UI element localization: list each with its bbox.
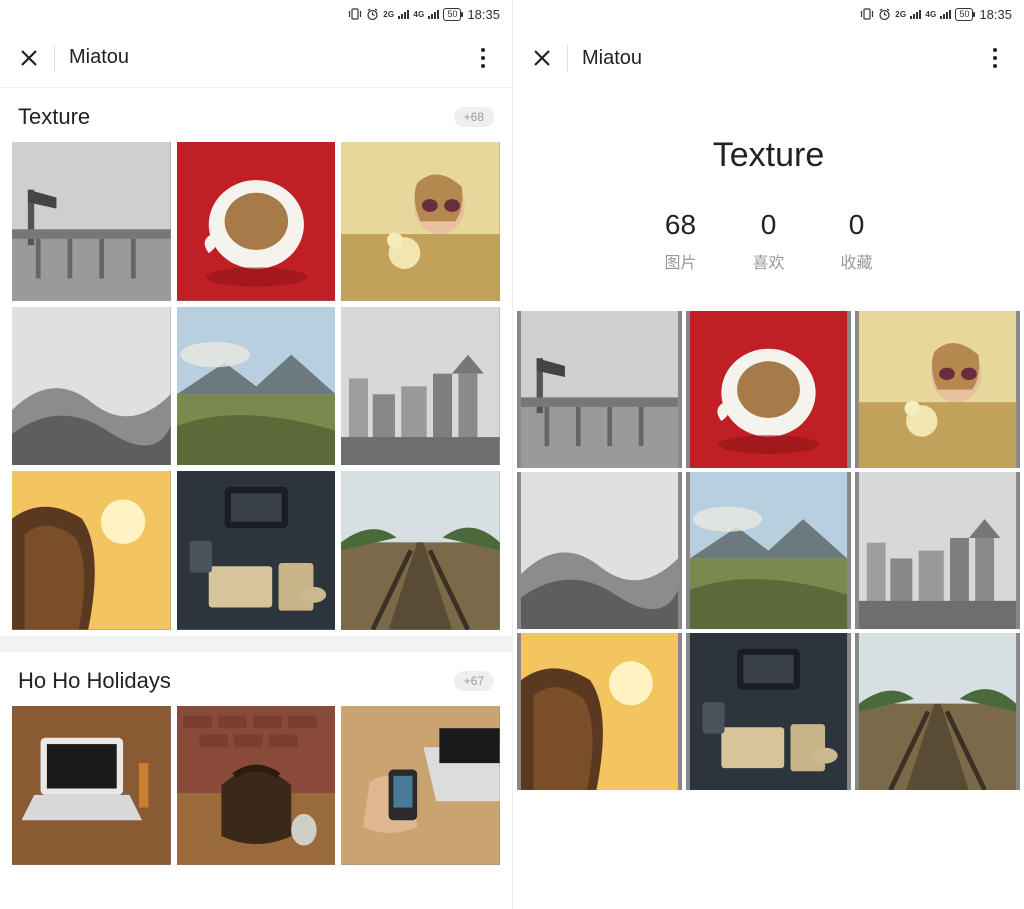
section-header-holidays[interactable]: Ho Ho Holidays +67	[0, 652, 512, 706]
stat-likes[interactable]: 0 喜欢	[752, 209, 784, 273]
left-pane: 2G 4G 50 18:35 Miatou Texture +68	[0, 0, 512, 909]
stat-number: 68	[664, 209, 696, 241]
thumb-town-bw[interactable]	[855, 472, 1020, 629]
collection-title: Texture	[513, 136, 1024, 175]
vibrate-icon	[860, 8, 874, 20]
battery-indicator: 50	[955, 8, 973, 21]
close-icon	[19, 48, 39, 68]
thumb-pier[interactable]	[517, 311, 682, 468]
section-gap	[0, 636, 512, 652]
collection-header: Texture	[513, 88, 1024, 209]
app-header: Miatou	[513, 28, 1024, 88]
signal-2-bars	[940, 9, 951, 19]
thumb-pier[interactable]	[12, 142, 171, 301]
thumb-hills-bw[interactable]	[12, 307, 171, 466]
clock: 18:35	[467, 7, 500, 22]
thumb-town-bw[interactable]	[341, 307, 500, 466]
close-icon	[532, 48, 552, 68]
thumb-desk[interactable]	[686, 633, 851, 790]
section-title: Ho Ho Holidays	[18, 668, 171, 694]
stat-number: 0	[841, 209, 873, 241]
thumb-sunset-hair[interactable]	[12, 471, 171, 630]
collection-grid	[513, 311, 1024, 790]
signal-1-label: 2G	[895, 10, 906, 19]
right-pane: 2G 4G 50 18:35 Miatou Texture 68 图片 0	[512, 0, 1024, 909]
thumb-coffee-cup[interactable]	[686, 311, 851, 468]
thumb-railroad[interactable]	[855, 633, 1020, 790]
stat-label: 图片	[664, 249, 696, 273]
thumb-laptop[interactable]	[12, 706, 171, 865]
thumb-girl-sunglasses[interactable]	[855, 311, 1020, 468]
right-content[interactable]: Texture 68 图片 0 喜欢 0 收藏	[513, 88, 1024, 909]
signal-1-bars	[910, 9, 921, 19]
section-title: Texture	[18, 104, 90, 130]
clock: 18:35	[979, 7, 1012, 22]
holidays-grid	[0, 706, 512, 871]
stat-favorites[interactable]: 0 收藏	[841, 209, 873, 273]
signal-1-bars	[398, 9, 409, 19]
thumb-phone-hands[interactable]	[341, 706, 500, 865]
app-title: Miatou	[69, 46, 468, 69]
status-bar: 2G 4G 50 18:35	[513, 0, 1024, 28]
count-badge: +67	[454, 671, 494, 691]
thumb-valley[interactable]	[686, 472, 851, 629]
thumb-bag[interactable]	[177, 706, 336, 865]
stat-label: 喜欢	[752, 249, 784, 273]
more-icon	[481, 48, 485, 68]
thumb-railroad[interactable]	[341, 471, 500, 630]
header-divider	[54, 45, 55, 71]
app-title: Miatou	[582, 47, 980, 70]
thumb-hills-bw[interactable]	[517, 472, 682, 629]
stat-label: 收藏	[841, 249, 873, 273]
close-button[interactable]	[14, 43, 44, 73]
stat-number: 0	[752, 209, 784, 241]
left-content[interactable]: Texture +68 Ho Ho Holidays +67	[0, 88, 512, 909]
thumb-valley[interactable]	[177, 307, 336, 466]
signal-1-label: 2G	[383, 10, 394, 19]
vibrate-icon	[348, 8, 362, 20]
signal-2-label: 4G	[925, 10, 936, 19]
more-button[interactable]	[980, 43, 1010, 73]
close-button[interactable]	[527, 43, 557, 73]
battery-indicator: 50	[443, 8, 461, 21]
signal-2-bars	[428, 9, 439, 19]
alarm-icon	[878, 8, 891, 21]
more-icon	[993, 48, 997, 68]
signal-2-label: 4G	[413, 10, 424, 19]
thumb-desk[interactable]	[177, 471, 336, 630]
header-divider	[567, 45, 568, 71]
alarm-icon	[366, 8, 379, 21]
status-bar: 2G 4G 50 18:35	[0, 0, 512, 28]
more-button[interactable]	[468, 43, 498, 73]
stats-row: 68 图片 0 喜欢 0 收藏	[513, 209, 1024, 311]
texture-grid	[0, 142, 512, 636]
thumb-sunset-hair[interactable]	[517, 633, 682, 790]
count-badge: +68	[454, 107, 494, 127]
thumb-girl-sunglasses[interactable]	[341, 142, 500, 301]
app-header: Miatou	[0, 28, 512, 88]
thumb-coffee-cup[interactable]	[177, 142, 336, 301]
section-header-texture[interactable]: Texture +68	[0, 88, 512, 142]
stat-images[interactable]: 68 图片	[664, 209, 696, 273]
